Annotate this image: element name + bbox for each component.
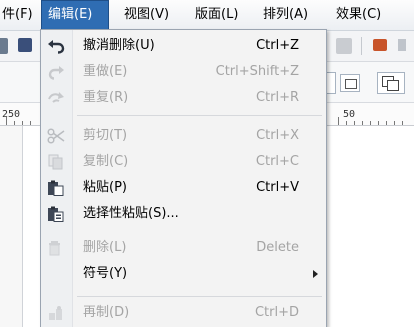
undo-icon [48,40,65,54]
launcher-icon[interactable] [373,39,387,51]
toolbar-divider [361,37,362,55]
menu-item-paste-special[interactable]: 选择性粘贴(S)... [41,201,326,227]
menu-layout[interactable]: 版面(L) [189,0,244,30]
save-icon[interactable] [18,38,32,52]
edit-menu: 撤消删除(U) Ctrl+Z 重做(E) Ctrl+Shift+Z 重复(R) … [40,29,327,327]
vertical-ruler [0,126,23,327]
redo-icon [48,66,64,80]
ruler-mark-50: 50 [343,109,356,120]
menu-item-copy[interactable]: 复制(C) Ctrl+C [41,149,326,175]
menu-item-duplicate[interactable]: 再制(D) Ctrl+D [41,300,326,326]
menu-item-redo[interactable]: 重做(E) Ctrl+Shift+Z [41,59,326,85]
submenu-arrow-icon [313,270,318,278]
copy-icon [48,154,63,170]
menu-edit[interactable]: 编辑(E) [41,0,109,30]
toolbar-icon-b[interactable] [398,39,406,51]
duplicate-icon [49,306,62,320]
menu-separator [77,296,322,297]
menu-item-paste[interactable]: 粘贴(P) Ctrl+V [41,175,326,201]
paste-icon [48,180,64,196]
menu-item-repeat[interactable]: 重复(R) Ctrl+R [41,85,326,111]
menu-arrange[interactable]: 排列(A) [257,0,314,30]
rectangle-icon [345,79,357,89]
paste-special-icon [48,206,64,222]
menu-view[interactable]: 视图(V) [118,0,175,30]
menu-item-cut[interactable]: 剪切(T) Ctrl+X [41,123,326,149]
toolbar-icon-a[interactable] [336,38,352,54]
menu-item-symbol[interactable]: 符号(Y) [41,261,326,287]
scissors-icon [47,128,65,144]
menu-separator [77,115,322,116]
trash-icon [49,241,60,256]
menu-item-delete[interactable]: 删除(L) Delete [41,235,326,261]
menubar: 件(F) 编辑(E) 视图(V) 版面(L) 排列(A) 效果(C) [0,0,414,31]
frame-icon-2 [387,80,399,91]
menu-effects[interactable]: 效果(C) [330,0,387,30]
repeat-icon [48,92,64,103]
property-button-partial[interactable] [326,72,336,94]
menu-file[interactable]: 件(F) [0,0,39,30]
menu-item-undo[interactable]: 撤消删除(U) Ctrl+Z [41,33,326,59]
ruler-mark-250: 250 [2,109,21,120]
open-icon[interactable] [0,38,8,54]
